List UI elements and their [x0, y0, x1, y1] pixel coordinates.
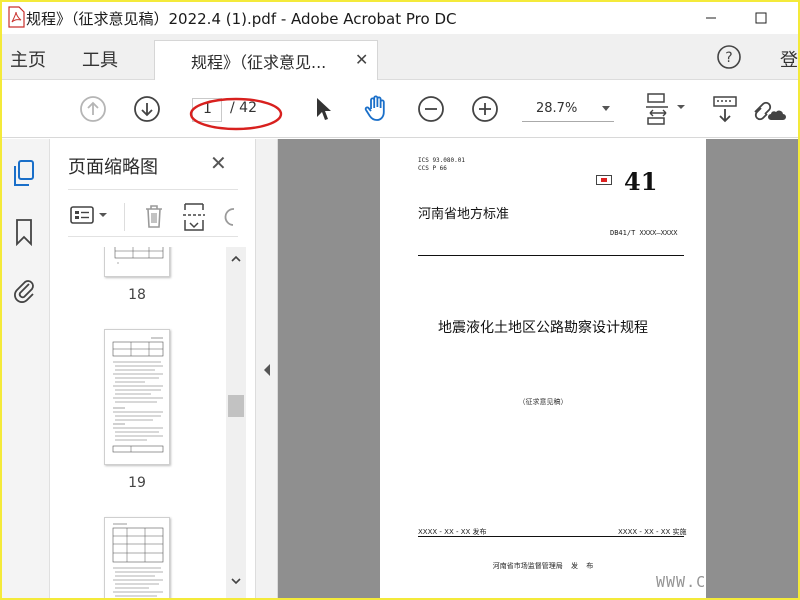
document-tab-label: 规程》（征求意见...	[191, 53, 327, 72]
cursor-arrow-icon	[317, 98, 331, 120]
bookmark-icon	[16, 219, 32, 246]
document-tab[interactable]: 规程》（征求意见... ✕	[154, 40, 378, 80]
svg-text:?: ?	[725, 50, 732, 66]
chevron-left-icon	[264, 364, 270, 376]
zoom-in-icon	[472, 96, 498, 122]
tab-home[interactable]: 主页	[10, 46, 46, 72]
keyboard-icon	[713, 96, 737, 123]
ccs-code: CCS P 66	[418, 165, 447, 172]
thumbnail-scrollbar[interactable]	[226, 247, 246, 598]
watermark: WWW.C	[656, 573, 707, 591]
close-tab-icon[interactable]: ✕	[355, 50, 368, 69]
thumbnail-page-number: 18	[128, 287, 146, 303]
bookmarks-button[interactable]	[10, 217, 38, 247]
pages-icon	[14, 160, 34, 186]
arrow-down-circle-icon	[134, 96, 160, 122]
chevron-up-icon[interactable]	[230, 253, 242, 265]
tab-tools[interactable]: 工具	[82, 46, 118, 72]
thumbnail-page-number: 19	[128, 475, 146, 491]
title-bar: 规程》（征求意见稿）2022.4 (1).pdf - Adobe Acrobat…	[2, 2, 798, 34]
annotation-ellipse	[189, 97, 283, 131]
rotate-icon[interactable]	[220, 203, 238, 229]
help-icon[interactable]: ?	[716, 44, 742, 70]
page-display-button[interactable]	[642, 93, 690, 125]
document-view[interactable]: ICS 93.080.01 CCS P 66 41 河南省地方标准 DB41/T…	[278, 139, 798, 598]
trash-icon[interactable]	[140, 201, 168, 231]
page-thumbnails-button[interactable]	[10, 159, 38, 189]
hand-tool-button[interactable]	[362, 94, 392, 124]
maximize-icon	[755, 12, 767, 24]
paperclip-icon	[14, 280, 34, 303]
hand-icon	[364, 95, 385, 121]
navigation-rail	[2, 139, 50, 598]
thumbnail-list: 18 19	[50, 247, 226, 598]
panel-collapse-handle[interactable]	[256, 139, 278, 598]
minimize-icon	[706, 17, 716, 19]
standard-number: 41	[624, 167, 658, 196]
panel-title: 页面缩略图	[68, 157, 158, 178]
zoom-select[interactable]: 28.7%	[522, 98, 614, 122]
document-header: 河南省地方标准	[418, 207, 510, 222]
next-page-button[interactable]	[132, 94, 162, 124]
link-cloud-icon	[754, 101, 786, 121]
page-preview	[112, 337, 164, 453]
arrow-up-circle-icon	[80, 96, 106, 122]
menu-tab-row: 主页 工具 规程》（征求意见... ✕ ? 登	[2, 34, 798, 80]
divider	[124, 203, 125, 231]
divider	[68, 189, 238, 190]
zoom-in-button[interactable]	[470, 94, 500, 124]
page-preview	[114, 247, 164, 264]
zoom-out-button[interactable]	[416, 94, 446, 124]
maximize-button[interactable]	[738, 4, 784, 32]
divider	[418, 536, 684, 537]
document-code: DB41/T XXXX—XXXX	[610, 229, 678, 237]
window-title: 规程》（征求意见稿）2022.4 (1).pdf - Adobe Acrobat…	[26, 10, 457, 28]
divider	[418, 255, 684, 256]
thumbnail-options-button[interactable]	[68, 203, 114, 229]
pdf-page: ICS 93.080.01 CCS P 66 41 河南省地方标准 DB41/T…	[380, 139, 706, 598]
thumbnail-page-19[interactable]	[104, 329, 170, 465]
page-preview	[112, 523, 164, 597]
zoom-out-icon	[418, 96, 444, 122]
document-subtitle: （征求意见稿）	[518, 398, 568, 406]
share-link-button[interactable]	[748, 94, 788, 124]
acrobat-pdf-icon	[8, 6, 25, 28]
chevron-down-icon	[602, 106, 610, 111]
panel-toolbar	[68, 197, 238, 237]
standard-badge	[596, 175, 612, 185]
app-window: 规程》（征求意见稿）2022.4 (1).pdf - Adobe Acrobat…	[2, 2, 798, 598]
insert-page-icon[interactable]	[180, 201, 210, 233]
ics-code: ICS 93.080.01	[418, 157, 465, 164]
document-title: 地震液化土地区公路勘察设计规程	[438, 320, 648, 336]
minimize-button[interactable]	[688, 4, 734, 32]
zoom-value: 28.7%	[536, 101, 578, 116]
select-tool-button[interactable]	[308, 94, 338, 124]
publisher: 河南省市场监督管理局 发 布	[492, 562, 594, 570]
sign-in-link[interactable]: 登	[780, 46, 798, 72]
thumbnail-page-18[interactable]	[104, 247, 170, 277]
previous-page-button[interactable]	[78, 94, 108, 124]
close-panel-icon[interactable]: ✕	[210, 151, 227, 175]
page-fit-icon	[646, 93, 685, 125]
keyboard-tool-button[interactable]	[710, 94, 740, 124]
thumbnail-page-20[interactable]	[104, 517, 170, 598]
attachments-button[interactable]	[10, 275, 38, 305]
thumbnails-panel: 页面缩略图 ✕ 18 19	[50, 139, 256, 598]
main-toolbar: 1 / 42 28.7%	[2, 80, 798, 138]
chevron-down-icon[interactable]	[230, 575, 242, 587]
scrollbar-thumb[interactable]	[228, 395, 244, 417]
